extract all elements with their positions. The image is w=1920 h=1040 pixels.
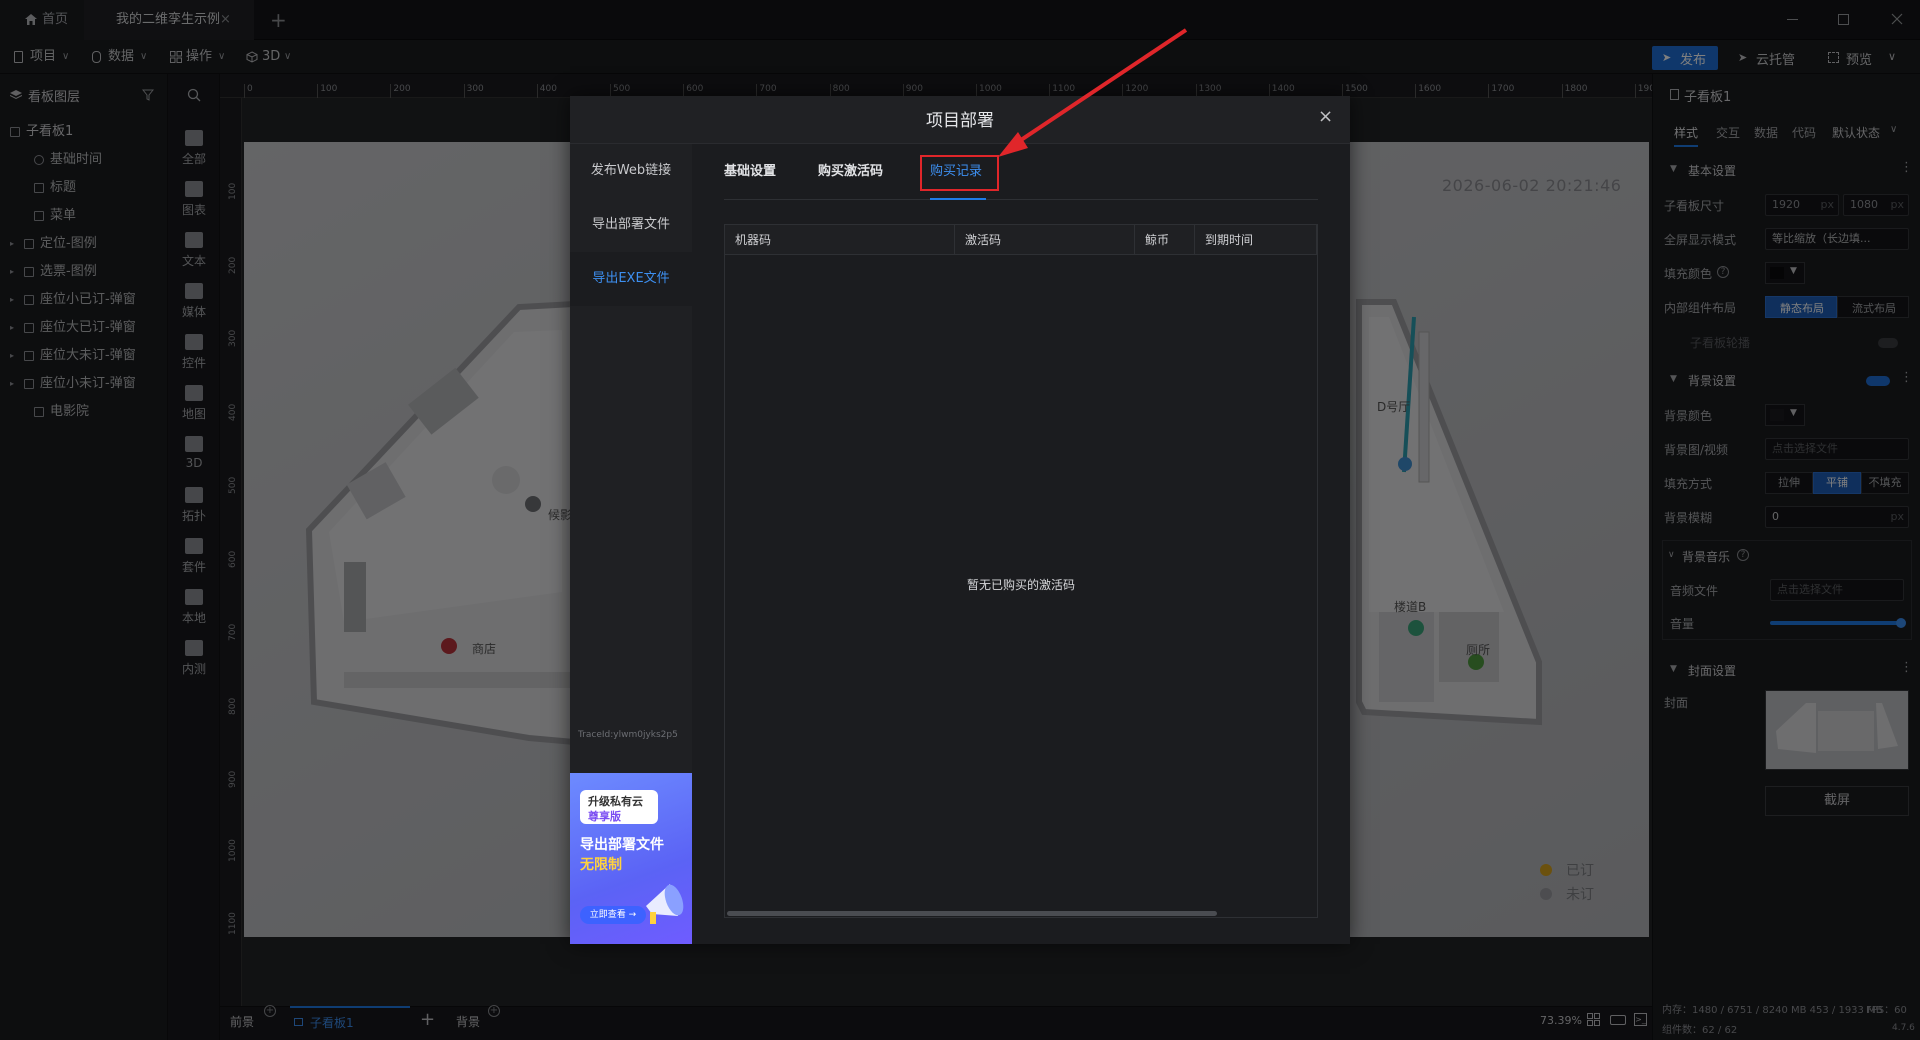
dialog-close-icon[interactable]: × (1318, 106, 1333, 127)
table-column-header: 鲸币 (1135, 225, 1195, 255)
promo-line1: 导出部署文件 (580, 837, 664, 853)
horizontal-scrollbar[interactable] (727, 911, 1217, 916)
annotation-arrow (990, 26, 1190, 166)
table-column-header: 到期时间 (1195, 225, 1317, 255)
promo-badge: 升级私有云 尊享版 (580, 790, 658, 824)
column-header-label: 激活码 (965, 233, 1002, 247)
promo-badge-line1: 升级私有云 (588, 795, 643, 808)
empty-state-text: 暂无已购买的激活码 (966, 578, 1075, 592)
promo-view-label: 立即查看 → (589, 910, 637, 920)
side-nav-label: 导出EXE文件 (592, 271, 670, 286)
column-header-label: 到期时间 (1205, 233, 1254, 247)
promo-badge-line2: 尊享版 (588, 810, 621, 823)
tab-divider (724, 199, 1318, 200)
purchase-record-table (724, 224, 1318, 918)
column-header-label: 机器码 (735, 233, 772, 247)
dialog-tab[interactable]: 基础设置 (724, 144, 776, 200)
side-nav-item[interactable]: 导出EXE文件 (570, 252, 692, 306)
column-header-label: 鲸币 (1145, 233, 1170, 247)
trace-id: TraceId:ylwm0jyks2p5 (578, 730, 678, 740)
active-tab-highlight-box (920, 155, 999, 191)
dialog-tab[interactable]: 购买激活码 (818, 144, 883, 200)
active-tab-underline (930, 198, 986, 200)
side-nav-label: 发布Web链接 (590, 163, 672, 178)
megaphone-icon (640, 876, 688, 928)
table-column-header: 机器码 (725, 225, 955, 255)
side-nav-item[interactable]: 发布Web链接 (570, 144, 692, 198)
side-nav-item[interactable]: 导出部署文件 (570, 198, 692, 252)
promo-view-button[interactable]: 立即查看 → (580, 906, 646, 924)
dialog-title: 项目部署 (926, 111, 994, 131)
table-column-header: 激活码 (955, 225, 1135, 255)
side-nav-label: 导出部署文件 (591, 217, 670, 232)
promo-line2: 无限制 (580, 857, 622, 873)
